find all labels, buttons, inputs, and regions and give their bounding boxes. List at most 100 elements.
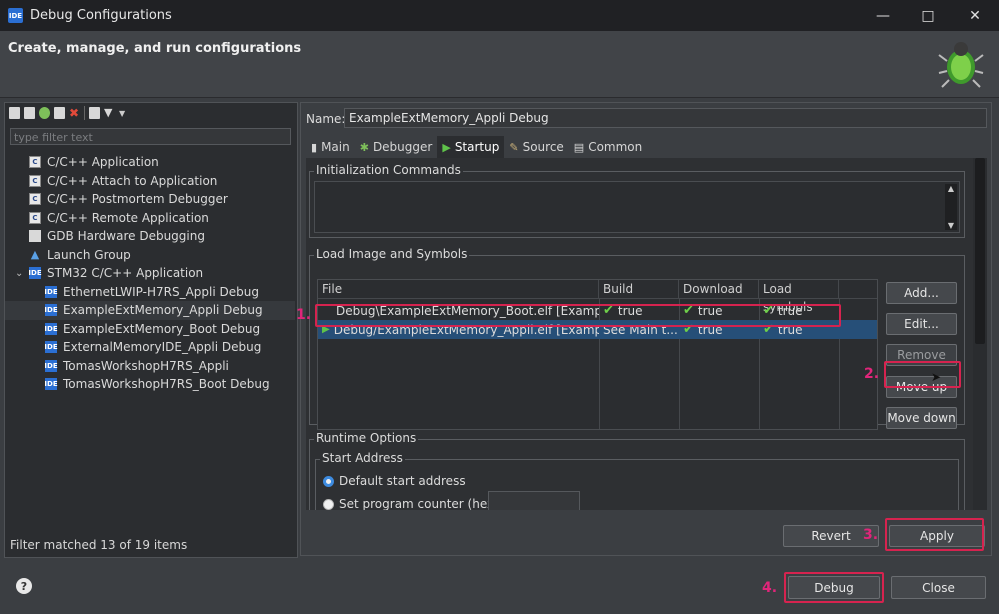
close-icon[interactable]: ✕ [952, 0, 998, 31]
tree-item[interactable]: IDE EthernetLWIP-H7RS_Appli Debug [5, 283, 295, 302]
annotation-box-4 [784, 572, 884, 603]
config-editor-panel: Name: ExampleExtMemory_Appli Debug ▮ Main… [300, 102, 992, 556]
runtime-options-label: Runtime Options [314, 431, 419, 445]
ide-icon: IDE [44, 322, 58, 335]
tab-startup[interactable]: ▶ Startup [437, 136, 505, 158]
filter-icon[interactable]: ▼ [104, 107, 115, 119]
tab-source[interactable]: ✎ Source [504, 136, 568, 158]
scroll-up-icon[interactable]: ▲ [945, 184, 957, 193]
tree-item-label: C/C++ Application [47, 155, 159, 170]
edit-button[interactable]: Edit... [886, 313, 957, 335]
tree-item[interactable]: ▲ Launch Group [5, 246, 295, 265]
step-label-2: 2. [864, 366, 880, 382]
add-button[interactable]: Add... [886, 282, 957, 304]
tree-item[interactable]: C C/C++ Application [5, 153, 295, 172]
load-image-label: Load Image and Symbols [314, 247, 470, 261]
toolbar-divider [84, 106, 85, 120]
ide-icon: IDE [44, 341, 58, 354]
radio-pc-label: Set program counter (hex): [339, 497, 503, 510]
tab-main[interactable]: ▮ Main [306, 136, 355, 158]
chevron-down-icon[interactable]: ⌄ [15, 268, 25, 279]
col-load-symbols[interactable]: Load symbols [759, 280, 839, 314]
common-icon: ▤ [573, 140, 585, 154]
col-file[interactable]: File [318, 280, 599, 298]
tree-item-label: ExampleExtMemory_Boot Debug [63, 321, 261, 336]
col-download[interactable]: Download [679, 280, 759, 298]
new-config-icon[interactable] [9, 107, 20, 119]
source-icon: ✎ [509, 140, 519, 154]
debugger-icon: ✱ [359, 140, 369, 154]
configurations-panel: ✖ ▼ ▼ type filter text C C/C++ Applicatio… [4, 102, 298, 558]
duplicate-icon[interactable] [54, 107, 65, 119]
export-icon[interactable] [39, 107, 50, 119]
annotation-box-2 [884, 361, 961, 388]
ide-app-icon: IDE [8, 8, 23, 23]
title-bar: IDE Debug Configurations — □ ✕ [0, 0, 999, 31]
tree-item-label: C/C++ Remote Application [47, 210, 209, 225]
load-image-table: File Build Download Load symbols Debug\E… [317, 279, 878, 430]
header-banner: Create, manage, and run configurations [0, 31, 999, 98]
banner-title: Create, manage, and run configurations [8, 41, 302, 56]
mouse-cursor-icon: ➤ [931, 370, 942, 384]
col-build[interactable]: Build [599, 280, 679, 298]
config-tree: C C/C++ Application C C/C++ Attach to Appl… [5, 153, 295, 394]
ide-icon: IDE [28, 267, 42, 280]
startup-icon: ▶ [442, 140, 451, 154]
filter-status: Filter matched 13 of 19 items [10, 538, 188, 552]
minimize-icon[interactable]: — [860, 0, 906, 31]
default-start-radio-row[interactable]: Default start address [323, 474, 466, 488]
ide-icon: IDE [44, 378, 58, 391]
c-icon: C [29, 211, 41, 224]
pc-hex-input[interactable] [488, 491, 580, 510]
scrollbar-thumb[interactable] [975, 158, 985, 344]
start-address-label: Start Address [320, 451, 405, 465]
tree-item-label: C/C++ Postmortem Debugger [47, 192, 228, 207]
tree-item[interactable]: GDB Hardware Debugging [5, 227, 295, 246]
content-scrollbar[interactable] [973, 158, 987, 510]
tree-item-stm32-group[interactable]: ⌄ IDE STM32 C/C++ Application [5, 264, 295, 283]
start-address-group: Start Address Default start address Set … [315, 451, 959, 510]
set-pc-radio-row[interactable]: Set program counter (hex): [323, 497, 503, 510]
tree-item[interactable]: C C/C++ Postmortem Debugger [5, 190, 295, 209]
name-input[interactable]: ExampleExtMemory_Appli Debug [344, 108, 987, 128]
filter-menu-chevron-icon[interactable]: ▼ [119, 109, 125, 118]
tree-item[interactable]: IDE ExampleExtMemory_Boot Debug [5, 320, 295, 339]
tree-item-selected[interactable]: IDE ExampleExtMemory_Appli Debug [5, 301, 295, 320]
c-icon: C [29, 156, 41, 169]
step-label-4: 4. [762, 580, 778, 596]
load-image-group: Load Image and Symbols File Build Downlo… [309, 247, 965, 430]
new-prototype-icon[interactable] [24, 107, 35, 119]
tree-item-label: STM32 C/C++ Application [47, 266, 204, 281]
textarea-scrollbar[interactable]: ▲ ▼ [945, 184, 957, 230]
close-button[interactable]: Close [891, 576, 986, 599]
tab-label: Common [588, 140, 643, 154]
tree-item-label: EthernetLWIP-H7RS_Appli Debug [63, 284, 259, 299]
name-label: Name: [306, 112, 346, 126]
radio-set-pc[interactable] [323, 498, 334, 510]
tree-item[interactable]: C C/C++ Remote Application [5, 209, 295, 228]
tab-common[interactable]: ▤ Common [569, 136, 647, 158]
tree-item[interactable]: IDE TomasWorkshopH7RS_Boot Debug [5, 375, 295, 394]
main-icon: ▮ [311, 140, 318, 154]
scroll-down-icon[interactable]: ▼ [945, 221, 957, 230]
move-down-button[interactable]: Move down [886, 407, 957, 429]
c-icon: C [29, 193, 41, 206]
tree-item-label: Launch Group [47, 247, 131, 262]
radio-default-start[interactable] [323, 475, 334, 487]
tab-label: Startup [454, 140, 500, 154]
ide-icon: IDE [44, 304, 58, 317]
maximize-icon[interactable]: □ [905, 0, 951, 31]
delete-icon[interactable]: ✖ [69, 107, 80, 119]
help-icon[interactable]: ? [16, 578, 32, 594]
collapse-all-icon[interactable] [89, 107, 100, 119]
filter-input[interactable]: type filter text [10, 128, 291, 145]
tree-item-label: GDB Hardware Debugging [47, 229, 205, 244]
step-label-1: 1. [296, 307, 312, 323]
init-commands-textarea[interactable]: ▲ ▼ [314, 181, 960, 233]
tree-item-label: ExternalMemoryIDE_Appli Debug [63, 340, 262, 355]
tree-item[interactable]: IDE ExternalMemoryIDE_Appli Debug [5, 338, 295, 357]
tab-debugger[interactable]: ✱ Debugger [355, 136, 438, 158]
tree-item[interactable]: C C/C++ Attach to Application [5, 172, 295, 191]
tab-label: Main [321, 140, 350, 154]
tree-item[interactable]: IDE TomasWorkshopH7RS_Appli [5, 357, 295, 376]
